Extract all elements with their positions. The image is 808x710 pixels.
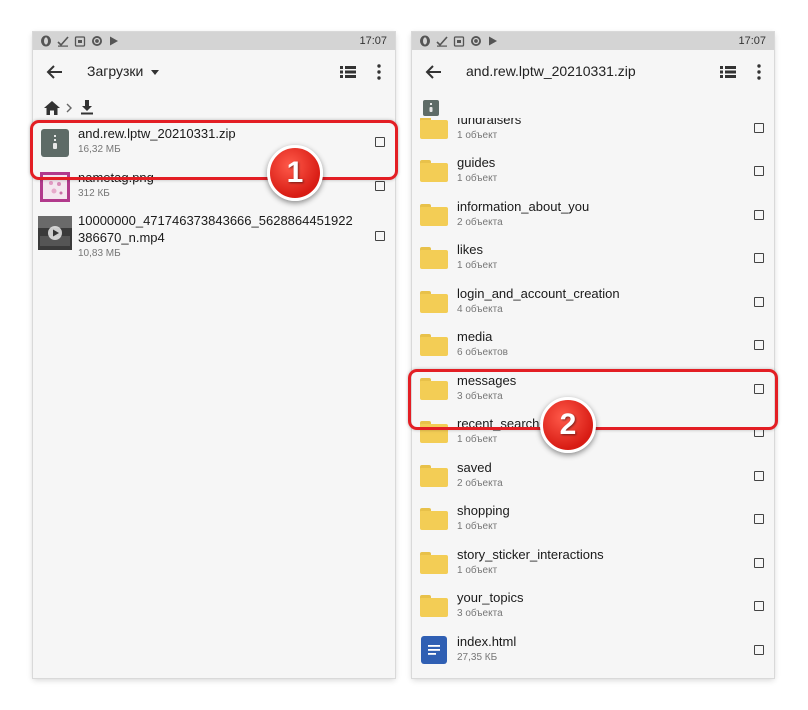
select-checkbox[interactable] (754, 601, 764, 611)
folder-item[interactable]: story_sticker_interactions 1 объект (412, 543, 774, 586)
calendar-icon (452, 34, 465, 47)
folder-name: your_topics (457, 590, 524, 605)
video-thumbnail (38, 216, 72, 250)
breadcrumb (412, 94, 774, 118)
folder-item[interactable]: saved 2 объекта (412, 456, 774, 499)
html-file-icon (421, 636, 447, 664)
folder-dropdown[interactable]: Загрузки (87, 63, 159, 79)
folder-item[interactable]: media 6 объектов (412, 325, 774, 368)
folder-item[interactable]: shopping 1 объект (412, 499, 774, 542)
folder-icon (420, 160, 448, 182)
checkmark-icon (435, 34, 448, 47)
folder-icon (420, 552, 448, 574)
status-bar: 17:07 (412, 32, 774, 50)
folder-item[interactable]: your_topics 3 объекта (412, 586, 774, 629)
more-options-icon[interactable] (377, 64, 381, 80)
file-size: 27,35 КБ (457, 652, 498, 663)
select-checkbox[interactable] (754, 471, 764, 481)
select-checkbox[interactable] (754, 645, 764, 655)
folder-count: 6 объектов (457, 347, 508, 358)
folder-icon (420, 204, 448, 226)
zip-archive-icon[interactable] (423, 100, 439, 116)
highlight-zip-file (30, 120, 398, 180)
folder-icon (420, 291, 448, 313)
play-store-icon (486, 34, 499, 47)
select-checkbox[interactable] (754, 558, 764, 568)
folder-name: fundraisers (457, 118, 522, 127)
folder-icon (420, 247, 448, 269)
folder-count: 2 объекта (457, 478, 503, 489)
select-checkbox[interactable] (754, 253, 764, 263)
toolbar: and.rew.lptw_20210331.zip (412, 50, 774, 94)
home-icon[interactable] (43, 100, 61, 116)
status-bar: 17:07 (33, 32, 395, 50)
download-folder-icon[interactable] (80, 99, 94, 115)
folder-name: login_and_account_creation (457, 286, 620, 301)
folder-count: 4 объекта (457, 304, 503, 315)
archive-title: and.rew.lptw_20210331.zip (466, 63, 636, 79)
folder-count: 1 объект (457, 434, 498, 445)
folder-count: 3 объекта (457, 608, 503, 619)
folder-count: 2 объекта (457, 217, 503, 228)
file-name: 10000000_471746373843666_5628864451922 38… (78, 212, 353, 246)
folder-name: story_sticker_interactions (457, 547, 604, 562)
select-checkbox[interactable] (754, 123, 764, 133)
folder-name: shopping (457, 503, 510, 518)
folder-item[interactable]: login_and_account_creation 4 объекта (412, 282, 774, 325)
folder-name: information_about_you (457, 199, 590, 214)
file-name-line-2: 386670_n.mp4 (78, 230, 165, 245)
folder-icon (420, 465, 448, 487)
folder-item[interactable]: likes 1 объект (412, 238, 774, 281)
right-screen: 17:07 and.rew.lptw_20210331.zip fundrais… (412, 32, 774, 678)
select-checkbox[interactable] (754, 166, 764, 176)
folder-count: 1 объект (457, 565, 498, 576)
select-checkbox[interactable] (754, 340, 764, 350)
back-arrow-icon[interactable] (45, 62, 65, 82)
file-name: index.html (457, 634, 517, 649)
list-item[interactable]: 10000000_471746373843666_5628864451922 38… (33, 210, 395, 262)
status-time: 17:07 (738, 35, 766, 47)
back-arrow-icon[interactable] (424, 62, 444, 82)
folder-icon (420, 118, 448, 139)
opera-icon (39, 34, 52, 47)
status-time: 17:07 (359, 35, 387, 47)
toolbar: Загрузки (33, 50, 395, 94)
breadcrumb (33, 94, 395, 122)
folder-icon (420, 334, 448, 356)
folder-name: guides (457, 155, 496, 170)
file-item[interactable]: index.html 27,35 КБ (412, 630, 774, 673)
opera-icon (418, 34, 431, 47)
select-checkbox[interactable] (754, 514, 764, 524)
checkmark-icon (56, 34, 69, 47)
calendar-icon (73, 34, 86, 47)
more-options-icon[interactable] (757, 64, 761, 80)
folder-name: likes (457, 242, 484, 257)
folder-name: media (457, 329, 493, 344)
folder-count: 1 объект (457, 173, 498, 184)
select-checkbox[interactable] (375, 181, 385, 191)
folder-name: saved (457, 460, 492, 475)
file-size: 10,83 МБ (78, 248, 121, 259)
sync-icon (90, 34, 103, 47)
folder-item[interactable]: fundraisers 1 объект (412, 118, 774, 151)
file-size: 312 КБ (78, 188, 110, 199)
step-2-badge: 2 (540, 397, 596, 453)
chevron-right-icon (66, 103, 72, 113)
folder-icon (420, 508, 448, 530)
select-checkbox[interactable] (754, 210, 764, 220)
folder-icon (420, 595, 448, 617)
list-view-icon[interactable] (340, 65, 356, 79)
folder-item[interactable]: guides 1 объект (412, 151, 774, 194)
folder-count: 1 объект (457, 521, 498, 532)
file-name-line-1: 10000000_471746373843666_5628864451922 (78, 213, 353, 228)
list-view-icon[interactable] (720, 65, 736, 79)
play-store-icon (107, 34, 120, 47)
folder-count: 1 объект (457, 130, 498, 141)
select-checkbox[interactable] (754, 297, 764, 307)
step-1-badge: 1 (267, 145, 323, 201)
folder-count: 1 объект (457, 260, 498, 271)
folder-item[interactable]: information_about_you 2 объекта (412, 195, 774, 238)
sync-icon (469, 34, 482, 47)
select-checkbox[interactable] (375, 231, 385, 241)
